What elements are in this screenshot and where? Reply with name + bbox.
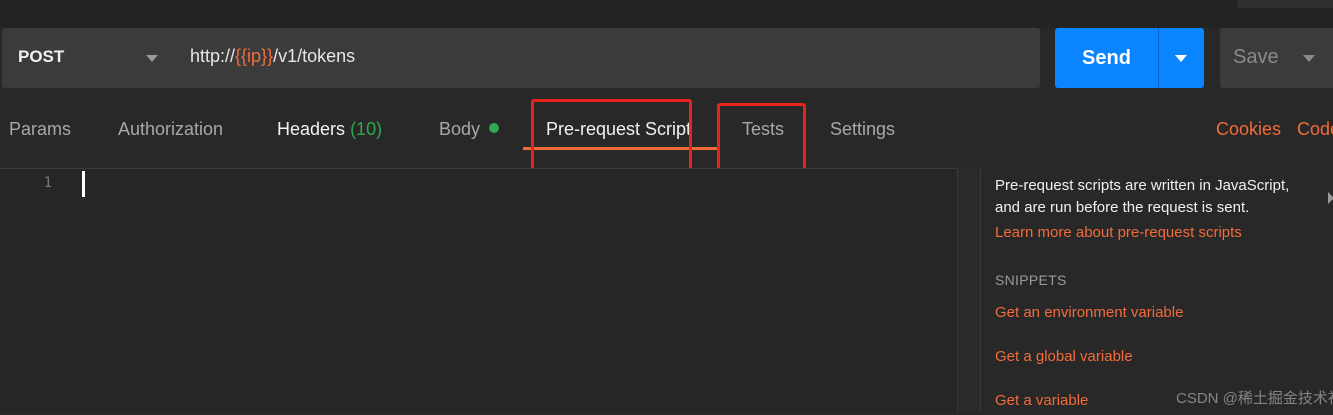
tab-headers[interactable]: Headers (10) <box>277 119 382 140</box>
cookies-link[interactable]: Cookies <box>1216 119 1281 140</box>
url-suffix: /v1/tokens <box>273 46 356 66</box>
method-label: POST <box>18 47 65 66</box>
tab-headers-label: Headers <box>277 119 346 139</box>
send-divider <box>1158 28 1159 88</box>
highlight-box-tests <box>717 103 806 172</box>
line-number: 1 <box>43 175 52 191</box>
url-variable: {{ip}} <box>235 46 274 66</box>
snippet-get-variable[interactable]: Get a variable <box>995 392 1088 409</box>
tab-body-label: Body <box>439 119 481 139</box>
tab-authorization[interactable]: Authorization <box>118 119 223 140</box>
body-status-dot-icon <box>489 123 500 134</box>
learn-more-link[interactable]: Learn more about pre-request scripts <box>995 224 1242 241</box>
snippet-get-global-variable[interactable]: Get a global variable <box>995 348 1133 365</box>
headers-count-badge: (10) <box>350 119 383 139</box>
tab-settings[interactable]: Settings <box>830 119 895 140</box>
editor-gutter: 1 <box>0 169 66 411</box>
tab-body[interactable]: Body <box>439 119 500 140</box>
editor-scrollbar[interactable] <box>958 169 981 411</box>
code-link[interactable]: Code <box>1297 119 1333 140</box>
method-select[interactable]: POST <box>2 28 174 88</box>
request-bar: POST http://{{ip}}/v1/tokens <box>2 28 1040 88</box>
save-button[interactable]: Save <box>1233 46 1279 69</box>
highlight-box-pre-request <box>531 99 692 172</box>
snippets-description: Pre-request scripts are written in JavaS… <box>995 177 1290 216</box>
chevron-down-icon <box>146 55 158 62</box>
top-strip-tab <box>1237 0 1333 8</box>
save-button-group: Save <box>1220 28 1333 88</box>
snippets-heading: SNIPPETS <box>995 272 1067 288</box>
script-editor[interactable]: 1 <box>0 168 958 411</box>
top-strip <box>0 0 1333 28</box>
send-button[interactable]: Send <box>1055 28 1158 88</box>
chevron-right-icon[interactable] <box>1328 192 1333 204</box>
url-input[interactable]: http://{{ip}}/v1/tokens <box>190 46 355 67</box>
save-options-chevron-icon[interactable] <box>1303 55 1315 62</box>
send-button-group: Send <box>1055 28 1204 88</box>
url-prefix: http:// <box>190 46 236 66</box>
tab-params[interactable]: Params <box>9 119 71 140</box>
send-options-chevron-icon[interactable] <box>1175 55 1187 62</box>
watermark: CSDN @稀土掘金技术社区 <box>1176 390 1333 407</box>
snippet-get-environment-variable[interactable]: Get an environment variable <box>995 304 1183 321</box>
text-cursor <box>82 171 85 197</box>
